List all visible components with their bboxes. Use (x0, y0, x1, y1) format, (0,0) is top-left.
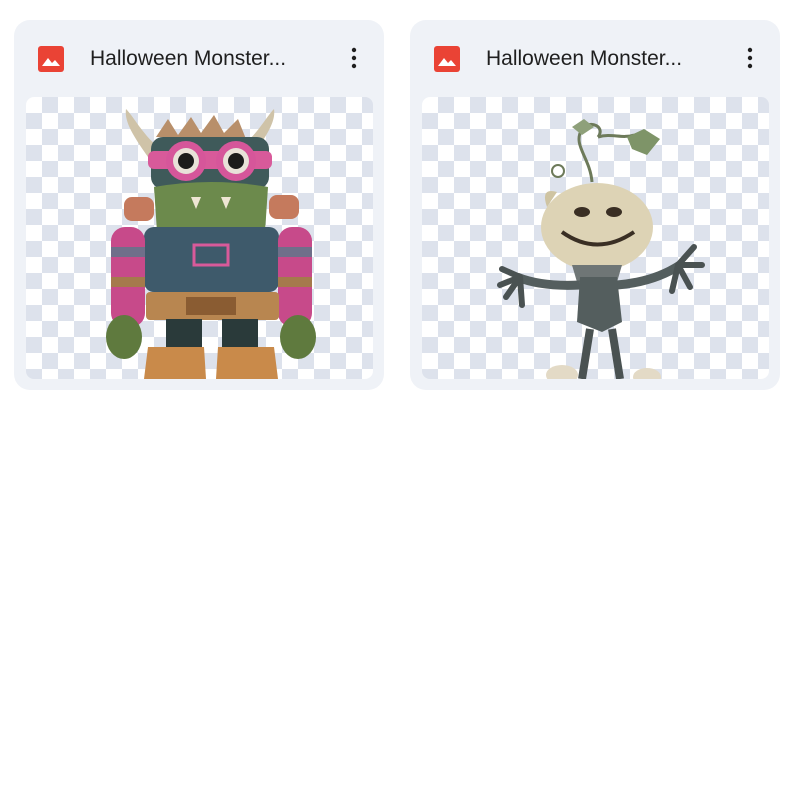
monster-thumbnail-image (106, 109, 316, 379)
image-file-icon (434, 46, 460, 72)
file-card-header: Halloween Monster... (410, 20, 780, 96)
scarecrow-thumbnail-image (497, 119, 705, 379)
more-vert-icon (747, 47, 753, 69)
file-title[interactable]: Halloween Monster... (486, 44, 718, 74)
file-title[interactable]: Halloween Monster... (90, 44, 322, 74)
file-thumbnail[interactable] (422, 97, 769, 379)
file-grid: Halloween Monster... Halloween Monster..… (14, 20, 780, 390)
more-options-button[interactable] (734, 42, 766, 74)
file-thumbnail[interactable] (26, 97, 373, 379)
file-card[interactable]: Halloween Monster... (410, 20, 780, 390)
more-vert-icon (351, 47, 357, 69)
file-card-header: Halloween Monster... (14, 20, 384, 96)
file-card[interactable]: Halloween Monster... (14, 20, 384, 390)
image-file-icon (38, 46, 64, 72)
more-options-button[interactable] (338, 42, 370, 74)
